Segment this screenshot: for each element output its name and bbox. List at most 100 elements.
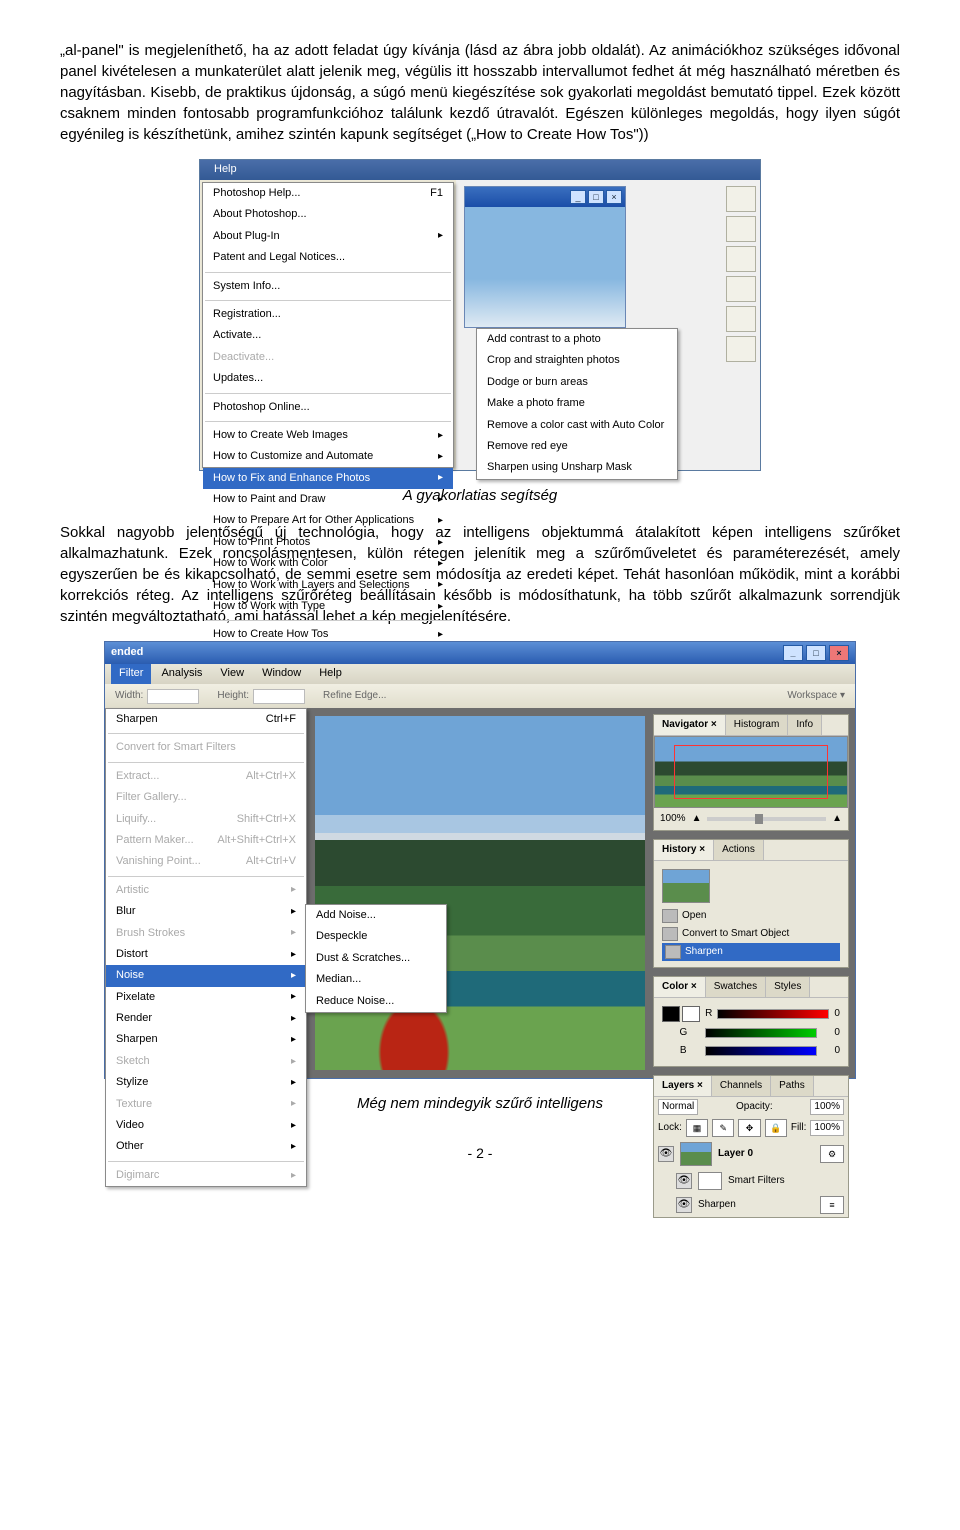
menu-window[interactable]: Window <box>254 664 309 683</box>
menu-noise[interactable]: Noise <box>106 965 306 986</box>
menu-patent[interactable]: Patent and Legal Notices... <box>203 247 453 268</box>
menu-sharpen[interactable]: Sharpen <box>106 1029 306 1050</box>
visibility-icon[interactable]: 👁 <box>676 1173 692 1189</box>
menu-last-filter[interactable]: Sharpen Ctrl+F <box>106 709 306 730</box>
zoom-value[interactable]: 100% <box>660 812 686 826</box>
tab-histogram[interactable]: Histogram <box>726 715 789 735</box>
blend-mode-dropdown[interactable]: Normal <box>658 1099 698 1115</box>
submenu-median[interactable]: Median... <box>306 969 446 990</box>
tab-info[interactable]: Info <box>788 715 822 735</box>
color-b-value[interactable]: 0 <box>834 1044 840 1058</box>
submenu-sharpen[interactable]: Sharpen using Unsharp Mask <box>477 457 677 478</box>
menu-howto-color[interactable]: How to Work with Color <box>203 553 453 574</box>
tab-actions[interactable]: Actions <box>714 840 764 860</box>
menu-render[interactable]: Render <box>106 1008 306 1029</box>
menu-distort[interactable]: Distort <box>106 944 306 965</box>
menu-view[interactable]: View <box>212 664 252 683</box>
lock-transparency-icon[interactable]: ▦ <box>686 1119 708 1137</box>
menu-howto-prepare[interactable]: How to Prepare Art for Other Application… <box>203 510 453 531</box>
history-convert[interactable]: Convert to Smart Object <box>662 925 840 943</box>
menu-howto-fix[interactable]: How to Fix and Enhance Photos <box>203 468 453 489</box>
opt-width-input[interactable] <box>147 689 199 704</box>
menu-help[interactable]: Help <box>311 664 350 683</box>
menu-pixelate[interactable]: Pixelate <box>106 987 306 1008</box>
tab-color[interactable]: Color × <box>654 977 706 997</box>
color-r-value[interactable]: 0 <box>834 1007 840 1021</box>
menu-howto-layers[interactable]: How to Work with Layers and Selections <box>203 575 453 596</box>
menu-video[interactable]: Video <box>106 1115 306 1136</box>
submenu-redeye[interactable]: Remove red eye <box>477 436 677 457</box>
lock-all-icon[interactable]: 🔒 <box>765 1119 787 1137</box>
menu-photoshop-online[interactable]: Photoshop Online... <box>203 397 453 418</box>
panel-icon[interactable] <box>726 186 756 212</box>
submenu-dust-scratches[interactable]: Dust & Scratches... <box>306 948 446 969</box>
tab-channels[interactable]: Channels <box>712 1076 771 1096</box>
zoom-out-icon[interactable]: ▲ <box>692 812 702 826</box>
zoom-slider[interactable] <box>707 817 826 821</box>
menu-howto-web[interactable]: How to Create Web Images <box>203 425 453 446</box>
blending-options-icon[interactable]: ≡ <box>820 1196 844 1214</box>
lock-pixels-icon[interactable]: ✎ <box>712 1119 734 1137</box>
lock-position-icon[interactable]: ✥ <box>738 1119 760 1137</box>
filter-mask-thumb[interactable] <box>698 1172 722 1190</box>
submenu-reduce-noise[interactable]: Reduce Noise... <box>306 991 446 1012</box>
filter-badge-icon[interactable]: ⚙ <box>820 1145 844 1163</box>
menu-stylize[interactable]: Stylize <box>106 1072 306 1093</box>
menu-about-photoshop[interactable]: About Photoshop... <box>203 204 453 225</box>
menu-blur[interactable]: Blur <box>106 901 306 922</box>
submenu-add-noise[interactable]: Add Noise... <box>306 905 446 926</box>
visibility-icon[interactable]: 👁 <box>658 1146 674 1162</box>
menu-about-plugin[interactable]: About Plug-In <box>203 226 453 247</box>
maximize-icon[interactable]: □ <box>806 645 826 661</box>
history-open[interactable]: Open <box>662 907 840 925</box>
tab-layers[interactable]: Layers × <box>654 1076 712 1096</box>
visibility-icon[interactable]: 👁 <box>676 1197 692 1213</box>
panel-icon[interactable] <box>726 276 756 302</box>
color-g-value[interactable]: 0 <box>834 1026 840 1040</box>
background-swatch[interactable] <box>682 1006 700 1022</box>
panel-icon[interactable] <box>726 306 756 332</box>
tab-navigator[interactable]: Navigator × <box>654 715 726 735</box>
menu-photoshop-help[interactable]: Photoshop Help... F1 <box>203 183 453 204</box>
color-g-slider[interactable] <box>705 1028 817 1038</box>
menu-filter[interactable]: Filter <box>111 664 151 683</box>
tab-paths[interactable]: Paths <box>771 1076 814 1096</box>
menu-system-info[interactable]: System Info... <box>203 276 453 297</box>
submenu-crop[interactable]: Crop and straighten photos <box>477 350 677 371</box>
opacity-input[interactable]: 100% <box>810 1099 844 1115</box>
tab-history[interactable]: History × <box>654 840 714 860</box>
workspace-dropdown[interactable]: Workspace ▾ <box>787 689 845 703</box>
close-icon[interactable]: × <box>606 190 622 204</box>
history-snapshot-thumb[interactable] <box>662 869 710 903</box>
opt-height-input[interactable] <box>253 689 305 704</box>
submenu-add-contrast[interactable]: Add contrast to a photo <box>477 329 677 350</box>
foreground-swatch[interactable] <box>662 1006 680 1022</box>
menu-howto-paint[interactable]: How to Paint and Draw <box>203 489 453 510</box>
layer-row-smart-filters[interactable]: 👁 Smart Filters <box>654 1169 848 1193</box>
menu-analysis[interactable]: Analysis <box>153 664 210 683</box>
layer-row-layer0[interactable]: 👁 Layer 0 ⚙ <box>654 1139 848 1169</box>
close-icon[interactable]: × <box>829 645 849 661</box>
menu-howto-type[interactable]: How to Work with Type <box>203 596 453 617</box>
color-b-slider[interactable] <box>705 1046 817 1056</box>
navigator-preview[interactable] <box>654 736 848 808</box>
tab-styles[interactable]: Styles <box>766 977 810 997</box>
layer-thumbnail[interactable] <box>680 1142 712 1166</box>
menu-howto-print[interactable]: How to Print Photos <box>203 532 453 553</box>
submenu-remove-cast[interactable]: Remove a color cast with Auto Color <box>477 415 677 436</box>
menu-howto-create[interactable]: How to Create How Tos <box>203 624 453 645</box>
menu-updates[interactable]: Updates... <box>203 368 453 389</box>
menu-registration[interactable]: Registration... <box>203 304 453 325</box>
menu-help[interactable]: Help <box>206 160 245 179</box>
minimize-icon[interactable]: _ <box>570 190 586 204</box>
refine-edge-button[interactable]: Refine Edge... <box>323 689 386 703</box>
submenu-frame[interactable]: Make a photo frame <box>477 393 677 414</box>
maximize-icon[interactable]: □ <box>588 190 604 204</box>
panel-icon[interactable] <box>726 336 756 362</box>
color-r-slider[interactable] <box>717 1009 829 1019</box>
menu-activate[interactable]: Activate... <box>203 325 453 346</box>
zoom-in-icon[interactable]: ▲ <box>832 812 842 826</box>
layer-row-sharpen-filter[interactable]: 👁 Sharpen ≡ <box>654 1193 848 1217</box>
history-sharpen[interactable]: Sharpen <box>662 943 840 961</box>
submenu-despeckle[interactable]: Despeckle <box>306 926 446 947</box>
